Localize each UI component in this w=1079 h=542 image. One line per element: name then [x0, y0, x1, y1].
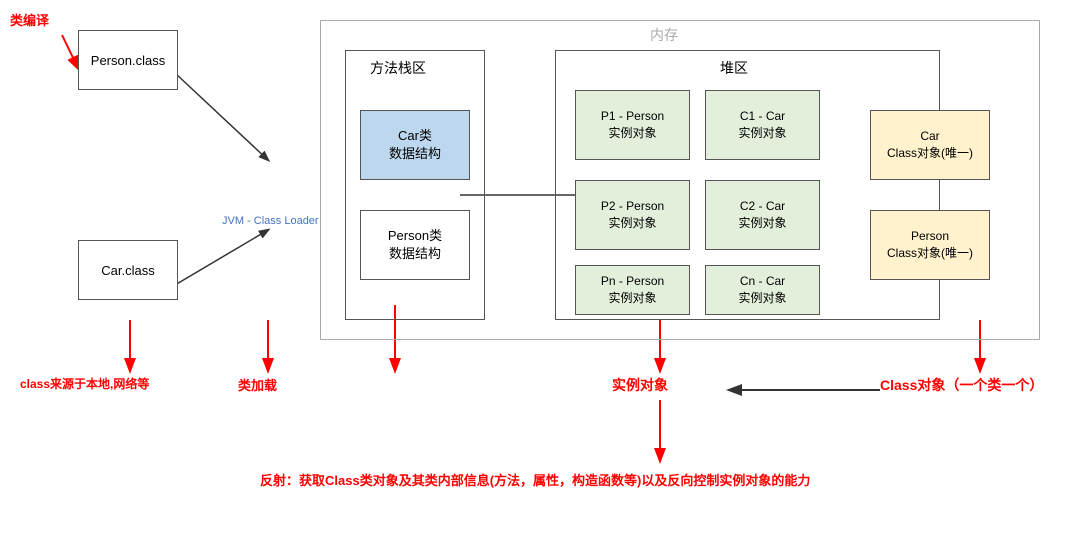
car-data-box: Car类 数据结构: [360, 110, 470, 180]
heap-title: 堆区: [720, 58, 748, 78]
instance-obj-label: 实例对象: [612, 375, 668, 395]
jvm-loader-label: JVM - Class Loader: [222, 215, 319, 227]
c1-car-box: C1 - Car 实例对象: [705, 90, 820, 160]
car-class-box: Car.class: [78, 240, 178, 300]
p2-person-box: P2 - Person 实例对象: [575, 180, 690, 250]
class-load-label: 类加载: [238, 375, 277, 394]
p1-person-box: P1 - Person 实例对象: [575, 90, 690, 160]
reflection-label: 反射：获取Class类对象及其类内部信息(方法，属性，构造函数等)以及反向控制实…: [260, 470, 810, 489]
cn-car-box: Cn - Car 实例对象: [705, 265, 820, 315]
method-stack-title: 方法栈区: [370, 58, 426, 78]
person-class-obj-box: Person Class对象(唯一): [870, 210, 990, 280]
pn-person-box: Pn - Person 实例对象: [575, 265, 690, 315]
car-class-obj-box: Car Class对象(唯一): [870, 110, 990, 180]
person-data-box: Person类 数据结构: [360, 210, 470, 280]
class-translate-label: 类编译: [10, 10, 49, 29]
class-obj-label: Class对象（一个类一个）: [880, 375, 1043, 395]
memory-label: 内存: [650, 25, 678, 45]
diagram: 类编译 Person.class Car.class class来源于本地,网络…: [0, 0, 1079, 542]
person-class-box: Person.class: [78, 30, 178, 90]
c2-car-box: C2 - Car 实例对象: [705, 180, 820, 250]
class-source-label: class来源于本地,网络等: [20, 375, 149, 392]
